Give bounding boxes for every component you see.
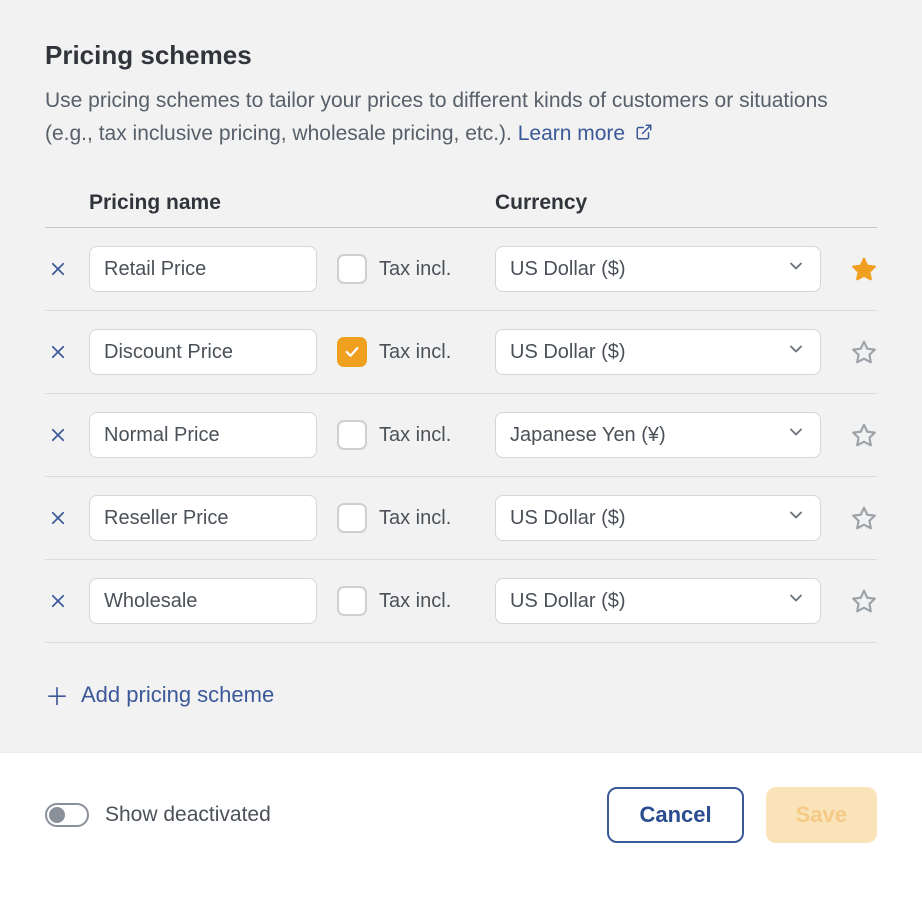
close-icon	[49, 260, 67, 278]
favorite-star[interactable]	[831, 339, 877, 365]
currency-select[interactable]: US Dollar ($)	[495, 495, 821, 541]
pricing-row: Tax incl. US Dollar ($)	[45, 477, 877, 560]
pricing-row: Tax incl. Japanese Yen (¥)	[45, 394, 877, 477]
star-icon	[851, 256, 877, 282]
remove-row-button[interactable]	[45, 588, 71, 614]
tax-inclusive-label: Tax incl.	[379, 258, 451, 281]
remove-row-button[interactable]	[45, 505, 71, 531]
pricing-row: Tax incl. US Dollar ($)	[45, 560, 877, 643]
pricing-name-input[interactable]	[89, 495, 317, 541]
favorite-star[interactable]	[831, 422, 877, 448]
remove-row-button[interactable]	[45, 256, 71, 282]
chevron-down-icon	[786, 505, 806, 531]
close-icon	[49, 343, 67, 361]
pricing-row: Tax incl. US Dollar ($)	[45, 228, 877, 311]
add-pricing-scheme-button[interactable]: ＋ Add pricing scheme	[45, 643, 877, 722]
close-icon	[49, 426, 67, 444]
toggle-knob	[49, 807, 65, 823]
currency-select[interactable]: Japanese Yen (¥)	[495, 412, 821, 458]
currency-value: US Dollar ($)	[510, 258, 626, 281]
tax-inclusive-checkbox[interactable]	[337, 254, 367, 284]
tax-inclusive-checkbox[interactable]	[337, 337, 367, 367]
pricing-row: Tax incl. US Dollar ($)	[45, 311, 877, 394]
pricing-table: Pricing name Currency Tax incl. US D	[45, 191, 877, 643]
star-icon	[851, 588, 877, 614]
currency-select[interactable]: US Dollar ($)	[495, 578, 821, 624]
pricing-name-input[interactable]	[89, 578, 317, 624]
chevron-down-icon	[786, 588, 806, 614]
currency-value: US Dollar ($)	[510, 341, 626, 364]
tax-inclusive-label: Tax incl.	[379, 507, 451, 530]
tax-inclusive-checkbox[interactable]	[337, 420, 367, 450]
pricing-name-input[interactable]	[89, 412, 317, 458]
section-title: Pricing schemes	[45, 40, 877, 71]
col-header-name: Pricing name	[89, 191, 337, 215]
favorite-star[interactable]	[831, 505, 877, 531]
footer-bar: Show deactivated Cancel Save	[0, 752, 922, 877]
chevron-down-icon	[786, 339, 806, 365]
pricing-schemes-panel: Pricing schemes Use pricing schemes to t…	[0, 0, 922, 752]
currency-value: US Dollar ($)	[510, 507, 626, 530]
tax-inclusive-label: Tax incl.	[379, 424, 451, 447]
tax-inclusive-label: Tax incl.	[379, 590, 451, 613]
show-deactivated-label: Show deactivated	[105, 803, 271, 827]
save-button[interactable]: Save	[766, 787, 877, 843]
pricing-name-input[interactable]	[89, 329, 317, 375]
remove-row-button[interactable]	[45, 422, 71, 448]
currency-value: US Dollar ($)	[510, 590, 626, 613]
cancel-button[interactable]: Cancel	[607, 787, 743, 843]
table-header: Pricing name Currency	[45, 191, 877, 228]
pricing-name-input[interactable]	[89, 246, 317, 292]
footer-actions: Cancel Save	[607, 787, 877, 843]
tax-inclusive-checkbox[interactable]	[337, 503, 367, 533]
close-icon	[49, 592, 67, 610]
plus-icon: ＋	[45, 677, 67, 712]
remove-row-button[interactable]	[45, 339, 71, 365]
currency-value: Japanese Yen (¥)	[510, 424, 666, 447]
currency-select[interactable]: US Dollar ($)	[495, 246, 821, 292]
star-icon	[851, 505, 877, 531]
col-header-currency: Currency	[495, 191, 831, 215]
learn-more-link[interactable]: Learn more	[518, 122, 653, 145]
chevron-down-icon	[786, 422, 806, 448]
external-link-icon	[635, 119, 653, 152]
add-pricing-label: Add pricing scheme	[81, 682, 274, 708]
star-icon	[851, 422, 877, 448]
tax-inclusive-checkbox[interactable]	[337, 586, 367, 616]
chevron-down-icon	[786, 256, 806, 282]
favorite-star[interactable]	[831, 256, 877, 282]
show-deactivated-toggle[interactable]	[45, 803, 89, 827]
close-icon	[49, 509, 67, 527]
show-deactivated-control: Show deactivated	[45, 803, 271, 827]
star-icon	[851, 339, 877, 365]
currency-select[interactable]: US Dollar ($)	[495, 329, 821, 375]
favorite-star[interactable]	[831, 588, 877, 614]
section-description: Use pricing schemes to tailor your price…	[45, 85, 877, 151]
check-icon	[343, 343, 361, 361]
description-text: Use pricing schemes to tailor your price…	[45, 89, 828, 145]
tax-inclusive-label: Tax incl.	[379, 341, 451, 364]
